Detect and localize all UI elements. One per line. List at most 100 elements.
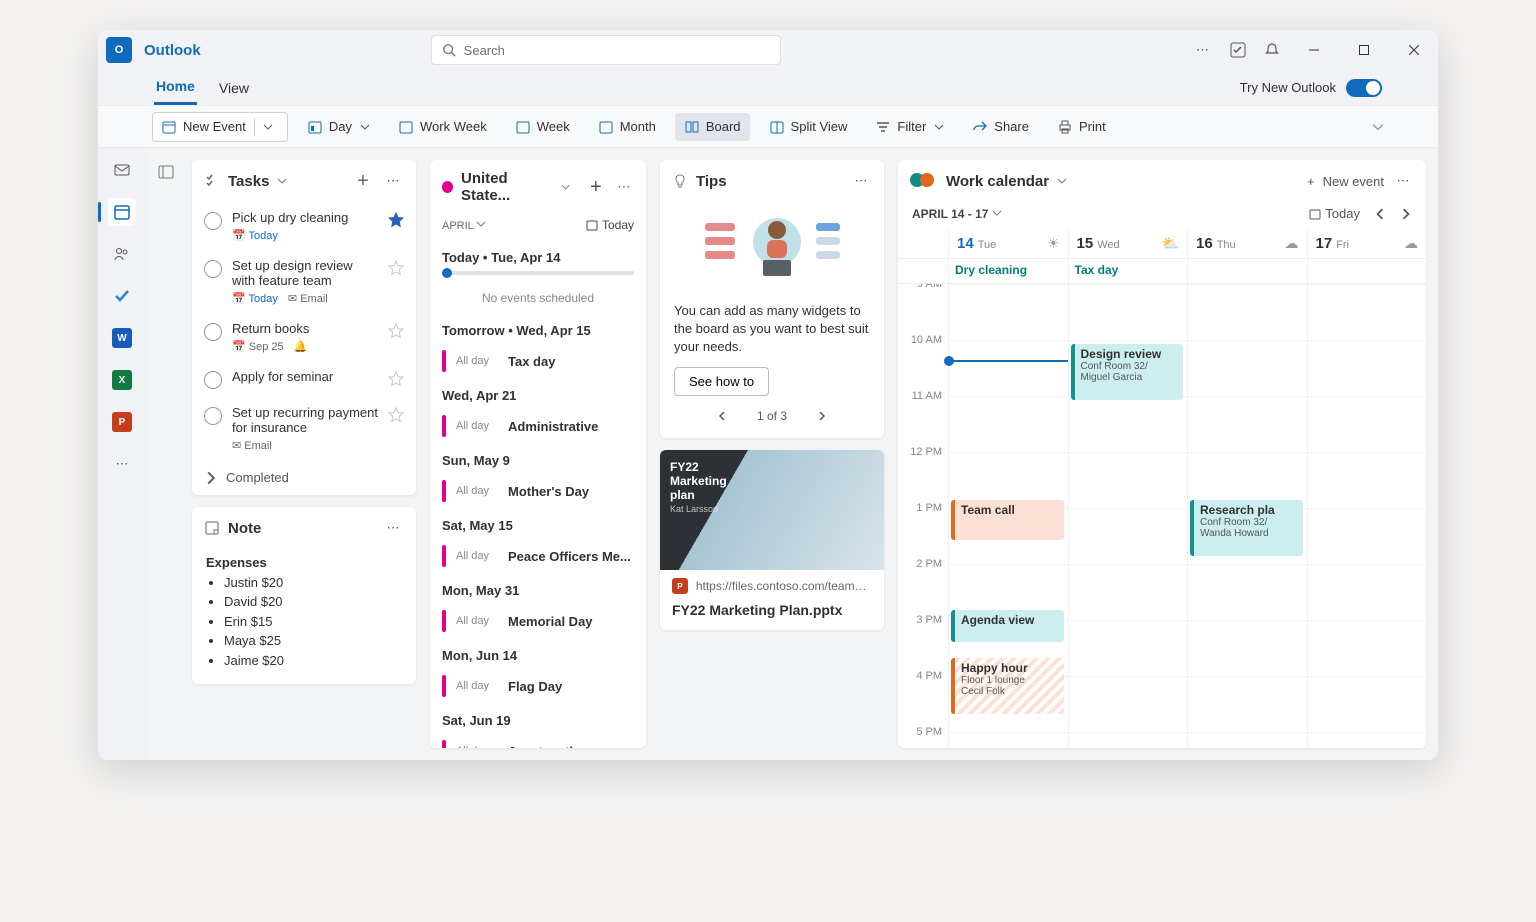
chevron-down-icon[interactable]	[277, 176, 287, 186]
holiday-event[interactable]: All day Flag Day	[442, 669, 634, 703]
task-item[interactable]: Set up design review with feature team 📅…	[192, 250, 416, 313]
calendar-prev-button[interactable]	[1374, 208, 1386, 220]
calendar-allday-cell[interactable]: Tax day	[1068, 259, 1188, 283]
try-new-toggle[interactable]	[1346, 79, 1382, 97]
window-minimize-button[interactable]	[1298, 34, 1330, 66]
cal-new-event-button[interactable]: +New event	[1307, 170, 1384, 192]
window-close-button[interactable]	[1398, 34, 1430, 66]
tasks-more-button[interactable]: ⋯	[382, 170, 404, 192]
rail-more[interactable]: ⋯	[108, 450, 136, 478]
calendar-day-column[interactable]: Team call Agenda view Happy hourFloor 1 lo…	[948, 284, 1068, 748]
calendar-range[interactable]: APRIL 14 - 17	[912, 207, 1002, 221]
holidays-today-button[interactable]: Today	[586, 218, 634, 232]
calendar-day-header[interactable]: 14Tue☀	[948, 229, 1068, 258]
star-icon[interactable]	[388, 212, 404, 228]
calendar-event[interactable]: Happy hourFloor 1 loungeCecil Folk	[951, 658, 1064, 714]
holiday-color-bar	[442, 480, 446, 502]
holiday-event[interactable]: All day Memorial Day	[442, 604, 634, 638]
bell-icon[interactable]	[1264, 42, 1280, 58]
rail-mail[interactable]	[108, 156, 136, 184]
calendar-event[interactable]: Design reviewConf Room 32/Miguel Garcia	[1071, 344, 1184, 400]
rail-word[interactable]: W	[108, 324, 136, 352]
new-event-dropdown[interactable]	[254, 118, 279, 136]
task-checkbox[interactable]	[204, 323, 222, 341]
print-button[interactable]: Print	[1048, 113, 1115, 141]
holiday-day-head: Tomorrow • Wed, Apr 15	[442, 323, 634, 338]
calendar-event[interactable]: Team call	[951, 500, 1064, 540]
holidays-more-button[interactable]: ⋯	[614, 176, 634, 198]
rail-excel[interactable]: X	[108, 366, 136, 394]
task-checkbox[interactable]	[204, 260, 222, 278]
ribbon-expand-icon[interactable]	[1372, 121, 1384, 133]
add-task-button[interactable]: +	[352, 170, 374, 192]
new-event-button[interactable]: New Event	[152, 112, 288, 142]
task-item[interactable]: Set up recurring payment for insurance ✉…	[192, 397, 416, 460]
search-input[interactable]: Search	[431, 35, 781, 65]
split-view-button[interactable]: Split View	[760, 113, 857, 141]
rail-people[interactable]	[108, 240, 136, 268]
calendar-day-header[interactable]: 16Thu☁	[1187, 229, 1307, 258]
share-button[interactable]: Share	[963, 113, 1038, 141]
chevron-down-icon	[992, 208, 1002, 218]
view-workweek-button[interactable]: Work Week	[389, 113, 496, 141]
task-pane-icon[interactable]	[1230, 42, 1246, 58]
calendar-allday-cell[interactable]	[1187, 259, 1307, 283]
task-item[interactable]: Return books 📅 Sep 25 🔔	[192, 313, 416, 361]
chevron-down-icon[interactable]	[1057, 176, 1067, 186]
note-body[interactable]: Expenses Justin $20David $20Erin $15Maya…	[192, 549, 416, 684]
holiday-event[interactable]: All day Tax day	[442, 344, 634, 378]
rail-powerpoint[interactable]: P	[108, 408, 136, 436]
filter-button[interactable]: Filter	[866, 113, 953, 141]
star-icon[interactable]	[388, 407, 404, 423]
calendar-allday-cell[interactable]	[1307, 259, 1427, 283]
calendar-card: Work calendar +New event ⋯ APRIL 14 - 17…	[898, 160, 1426, 748]
holiday-event[interactable]: All day Mother's Day	[442, 474, 634, 508]
panel-icon[interactable]	[158, 164, 174, 180]
tips-next-button[interactable]	[817, 411, 827, 421]
calendar-more-button[interactable]: ⋯	[1392, 170, 1414, 192]
tips-prev-button[interactable]	[717, 411, 727, 421]
holiday-event[interactable]: All day Administrative	[442, 409, 634, 443]
chevron-down-icon[interactable]	[561, 182, 570, 192]
star-icon[interactable]	[388, 371, 404, 387]
calendar-day-column[interactable]: Research plaConf Room 32/Wanda Howard	[1187, 284, 1307, 748]
note-line: Maya $25	[224, 631, 402, 651]
tips-more-button[interactable]: ⋯	[850, 170, 872, 192]
task-checkbox[interactable]	[204, 212, 222, 230]
more-icon[interactable]: ⋯	[1196, 42, 1212, 58]
view-week-button[interactable]: Week	[506, 113, 579, 141]
view-day-button[interactable]: Day	[298, 113, 379, 141]
calendar-allday-cell[interactable]: Dry cleaning	[948, 259, 1068, 283]
holidays-scroll[interactable]: Today • Tue, Apr 14 No events scheduled …	[430, 240, 646, 748]
holiday-event[interactable]: All day Juneteenth	[442, 734, 634, 748]
calendar-day-column[interactable]	[1307, 284, 1427, 748]
rail-todo[interactable]	[108, 282, 136, 310]
star-icon[interactable]	[388, 260, 404, 276]
note-more-button[interactable]: ⋯	[382, 517, 404, 539]
tab-view[interactable]: View	[217, 72, 251, 104]
holiday-event-name: Flag Day	[508, 679, 562, 694]
completed-row[interactable]: Completed	[192, 460, 416, 495]
holidays-month[interactable]: APRIL	[442, 219, 486, 232]
calendar-day-header[interactable]: 15Wed⛅	[1068, 229, 1188, 258]
task-item[interactable]: Pick up dry cleaning 📅 Today	[192, 202, 416, 250]
calendar-event[interactable]: Research plaConf Room 32/Wanda Howard	[1190, 500, 1303, 556]
star-icon[interactable]	[388, 323, 404, 339]
calendar-event[interactable]: Agenda view	[951, 610, 1064, 642]
view-month-button[interactable]: Month	[589, 113, 665, 141]
task-checkbox[interactable]	[204, 371, 222, 389]
tab-home[interactable]: Home	[154, 70, 197, 105]
calendar-today-button[interactable]: Today	[1309, 206, 1360, 221]
view-board-button[interactable]: Board	[675, 113, 750, 141]
tips-cta-button[interactable]: See how to	[674, 367, 769, 396]
file-card[interactable]: FY22 Marketing plan Kat Larsson P https:…	[660, 450, 884, 630]
holiday-event[interactable]: All day Peace Officers Me...	[442, 539, 634, 573]
task-checkbox[interactable]	[204, 407, 222, 425]
window-maximize-button[interactable]	[1348, 34, 1380, 66]
calendar-day-header[interactable]: 17Fri☁	[1307, 229, 1427, 258]
add-holiday-button[interactable]: +	[586, 176, 606, 198]
calendar-day-column[interactable]: Design reviewConf Room 32/Miguel Garcia	[1068, 284, 1188, 748]
rail-calendar[interactable]	[108, 198, 136, 226]
calendar-next-button[interactable]	[1400, 208, 1412, 220]
task-item[interactable]: Apply for seminar	[192, 361, 416, 397]
